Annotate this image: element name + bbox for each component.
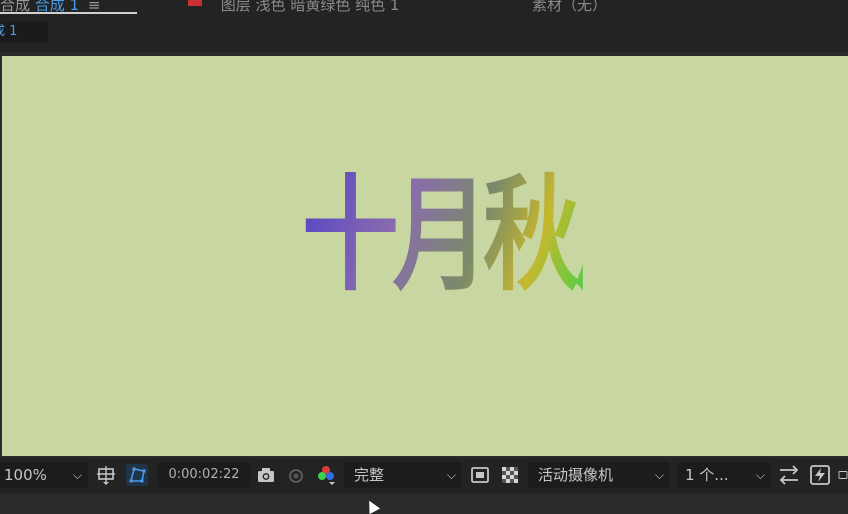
panel-bottom-strip — [0, 494, 848, 514]
fit-frame-icon[interactable] — [95, 464, 117, 486]
tab-footage-label: 素材（无） — [532, 0, 608, 14]
canvas-title-text: 十月秋风 — [302, 136, 670, 336]
camera-view-select[interactable]: 活动摄像机 ⌵ — [528, 462, 670, 488]
tab-layer-label: 图层 浅色 暗黄绿色 纯色 1 — [220, 0, 400, 14]
chevron-down-icon: ⌵ — [755, 468, 765, 482]
transparency-grid-icon[interactable] — [499, 464, 521, 486]
resolution-select[interactable]: 完整 ⌵ — [344, 462, 462, 488]
show-snapshot-icon[interactable] — [285, 464, 307, 486]
composition-viewer[interactable]: 十月秋风 — [0, 52, 848, 458]
chevron-down-icon: ⌵ — [654, 468, 664, 482]
view-layout-select[interactable]: 1 个... ⌵ — [677, 462, 771, 488]
viewer-toolbar: 100% ⌵ 0:00:02:22 完整 ⌵ 活动摄像机 ⌵ 1 个... ⌵ — [0, 458, 848, 494]
camera-snapshot-icon[interactable] — [255, 464, 277, 486]
zoom-value: 100% — [4, 466, 47, 484]
tab-layer[interactable]: 图层 浅色 暗黄绿色 纯色 1 — [188, 0, 399, 15]
breadcrumb-label: 成 1 — [0, 24, 18, 39]
composition-canvas[interactable]: 十月秋风 — [2, 56, 848, 456]
toggle-pixel-aspect-icon[interactable] — [778, 464, 800, 486]
composition-navigator: 成 1 — [0, 16, 848, 52]
view-layout-value: 1 个... — [685, 466, 729, 484]
channel-rgb-icon[interactable] — [315, 464, 337, 486]
region-of-interest-icon[interactable] — [469, 464, 491, 486]
camera-view-value: 活动摄像机 — [538, 466, 614, 484]
active-tab-indicator — [0, 12, 137, 14]
viewer-tab-bar: 合成 合成 1 ≡ 图层 浅色 暗黄绿色 纯色 1 素材（无） — [0, 0, 848, 16]
resolution-value: 完整 — [354, 466, 385, 484]
chevron-down-icon: ⌵ — [446, 468, 456, 482]
current-time-display[interactable]: 0:00:02:22 — [158, 462, 250, 488]
tab-footage[interactable]: 素材（无） — [532, 0, 607, 15]
zoom-select[interactable]: 100% ⌵ — [0, 462, 88, 488]
fast-preview-icon[interactable] — [809, 464, 831, 486]
breadcrumb-composition[interactable]: 成 1 — [0, 22, 48, 42]
chevron-down-icon: ⌵ — [72, 468, 82, 482]
layer-color-swatch — [188, 0, 202, 6]
mask-path-toggle-icon[interactable] — [126, 464, 148, 486]
timeline-icon[interactable] — [838, 464, 848, 486]
